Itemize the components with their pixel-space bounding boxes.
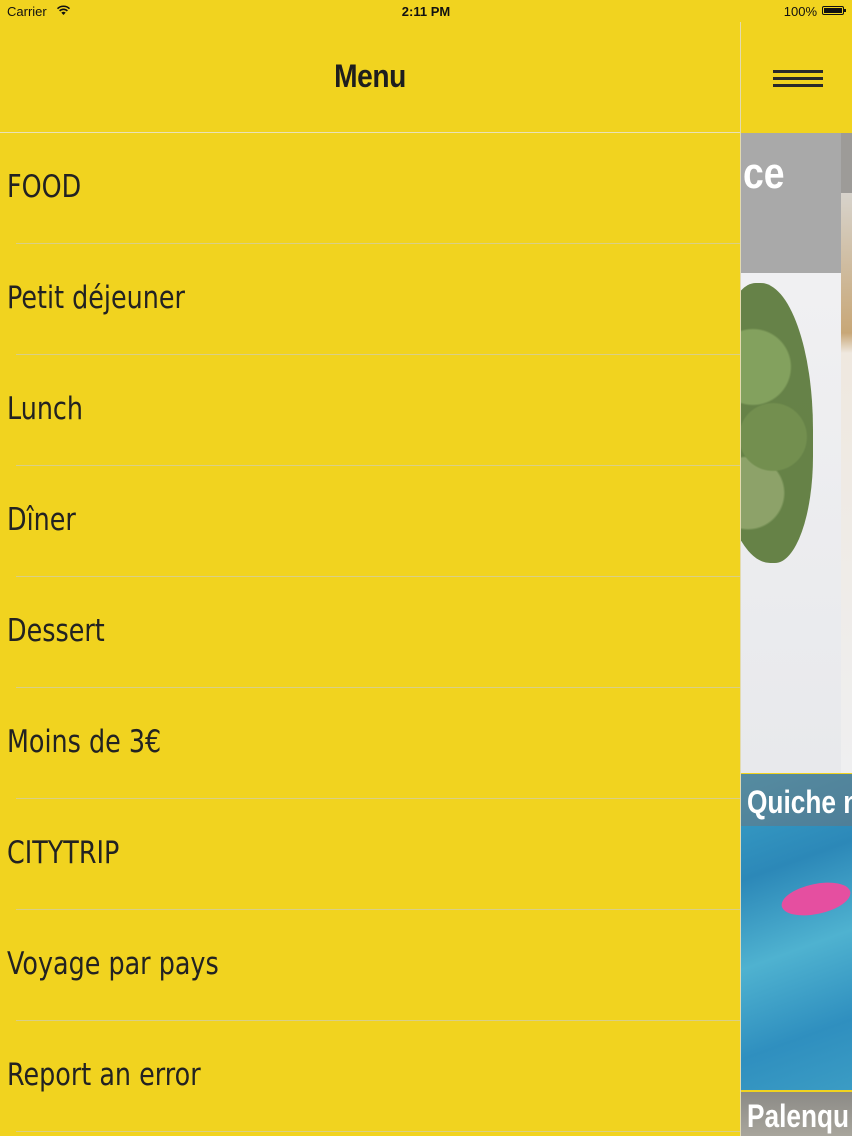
menu-item-label: Lunch	[7, 391, 84, 427]
menu-item-diner[interactable]: Dîner	[0, 466, 740, 577]
menu-item-petit-dejeuner[interactable]: Petit déjeuner	[0, 244, 740, 355]
recipe-card[interactable]: ce	[741, 133, 841, 773]
menu-item-voyage-par-pays[interactable]: Voyage par pays	[0, 910, 740, 1021]
menu-item-label: Dessert	[7, 613, 105, 649]
recipe-card[interactable]: Palenqu	[741, 1092, 852, 1136]
status-bar: Carrier 2:11 PM 100%	[0, 0, 852, 22]
menu-item-label: Voyage par pays	[7, 946, 219, 982]
menu-item-food[interactable]: FOOD	[0, 133, 740, 244]
content-header	[741, 22, 852, 133]
recipe-card-title: ce	[743, 149, 785, 198]
menu-list: FOOD Petit déjeuner Lunch Dîner Dessert …	[0, 133, 740, 1132]
battery-percentage: 100%	[783, 4, 817, 19]
menu-item-label: Moins de 3€	[7, 724, 162, 760]
recipe-card-photo[interactable]	[841, 133, 852, 773]
menu-item-citytrip[interactable]: CITYTRIP	[0, 799, 740, 910]
recipe-card-title: Palenqu	[747, 1098, 850, 1134]
menu-item-dessert[interactable]: Dessert	[0, 577, 740, 688]
menu-item-report-an-error[interactable]: Report an error	[0, 1021, 740, 1132]
content-peek[interactable]: ce Quiche n Palenqu	[740, 0, 852, 1136]
menu-item-label: CITYTRIP	[7, 835, 120, 871]
side-menu-drawer: Menu FOOD Petit déjeuner Lunch Dîner Des…	[0, 0, 740, 1136]
menu-item-label: FOOD	[7, 169, 82, 205]
drawer-header: Menu	[0, 22, 740, 133]
food-photo	[741, 283, 813, 563]
menu-item-label: Report an error	[7, 1057, 201, 1093]
menu-item-label: Dîner	[7, 502, 76, 538]
menu-item-moins-de-3[interactable]: Moins de 3€	[0, 688, 740, 799]
drawer-title: Menu	[334, 58, 406, 94]
clock: 2:11 PM	[401, 4, 451, 19]
recipe-card-title: Quiche n	[747, 784, 852, 820]
food-photo	[778, 877, 852, 921]
menu-item-lunch[interactable]: Lunch	[0, 355, 740, 466]
recipe-card[interactable]: Quiche n	[741, 774, 852, 1090]
hamburger-icon[interactable]	[773, 70, 823, 90]
menu-item-label: Petit déjeuner	[7, 280, 185, 316]
battery-icon	[822, 6, 846, 15]
